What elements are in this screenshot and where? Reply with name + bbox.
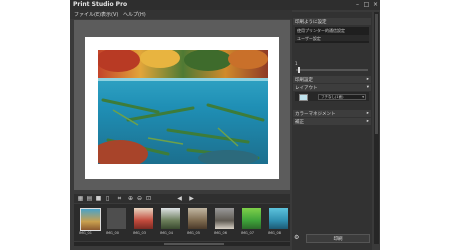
thumbnail-image [161,208,180,229]
print-button-label: 印刷 [333,237,343,242]
thumbnail-item[interactable]: IMG_01 [79,207,101,235]
layout-options: フチなし(1面) ▾ [295,92,369,101]
thumbnail-caption: IMG_08 [268,231,281,235]
thumbnail-image [188,208,207,229]
menu-bar: ファイル(E) 表示(V) ヘルプ(H) [70,10,292,19]
app-window: Print Studio Pro – □ × ファイル(E) 表示(V) ヘルプ… [70,0,380,250]
thumbnail-item[interactable]: IMG_08 [268,207,289,235]
gear-icon[interactable]: ⚙ [294,235,300,241]
thumbnail-scrollbar[interactable] [74,242,290,246]
thumbnail-item[interactable]: IMG_03 [133,207,154,235]
thumbnail-strip: IMG_01 IMG_00 IMG_03 IMG_04 IMG_05 IMG_0… [74,204,290,241]
thumbnail-item[interactable]: IMG_06 [214,207,235,235]
copies-slider[interactable] [296,67,368,73]
layout-icon[interactable]: ▦ [77,195,84,202]
panel-scrollbar[interactable] [374,12,379,244]
thumbnail-caption: IMG_03 [133,231,146,235]
printer-list: 使用プリンター的通信設定 ユーザー設定 [295,27,369,43]
thumbnail-item[interactable]: IMG_07 [241,207,262,235]
thumbnail-caption: IMG_06 [214,231,227,235]
thumbnail-item[interactable]: IMG_00 [106,207,127,235]
scrollbar-thumb[interactable] [375,14,378,134]
maximize-icon[interactable]: □ [363,1,370,8]
grid-icon[interactable]: ▤ [86,195,93,202]
zoom-in-icon[interactable]: ⊕ [127,195,134,202]
thumbnail-caption: IMG_07 [241,231,254,235]
thumbnail-caption: IMG_05 [187,231,200,235]
scrollbar-thumb[interactable] [164,243,224,245]
thumbnail-image [242,208,261,229]
paper-swatch [299,94,308,101]
section-print-settings-label: 印刷設定 [295,78,313,83]
page-icon[interactable]: ▯ [104,195,111,202]
section-printer-label: 印刷ように設定 [295,20,327,25]
title-bar: Print Studio Pro – □ × [70,0,380,10]
close-icon[interactable]: × [372,1,379,8]
slider-knob[interactable] [298,67,300,73]
section-layout[interactable]: レイアウト ▾ [293,84,371,91]
thumbnail-caption: IMG_04 [160,231,173,235]
paper-preview [85,37,279,179]
section-correction[interactable]: 補正 ▸ [293,118,371,125]
printer-item: ユーザー設定 [297,36,321,41]
chevron-down-icon: ▾ [362,95,364,99]
printer-item-selected[interactable]: ユーザー設定 [295,35,369,41]
app-title: Print Studio Pro [73,1,128,8]
thumbnail-caption: IMG_00 [106,231,119,235]
slider-value: 1 [295,61,298,66]
thumbnail-image [215,208,234,229]
zoom-out-icon[interactable]: ⊖ [136,195,143,202]
section-correction-label: 補正 [295,120,304,125]
menu-help[interactable]: ヘルプ(H) [123,11,146,18]
expand-icon: ▸ [366,111,369,116]
thumbnail-image [80,208,101,231]
photo-preview[interactable] [98,50,268,164]
next-page-icon[interactable]: ▶ [188,195,195,202]
minimize-icon[interactable]: – [354,1,361,8]
menu-view[interactable]: 表示(V) [101,11,118,18]
lake-photo [98,50,268,164]
section-color[interactable]: カラーマネジメント ▸ [293,110,371,117]
preview-area [74,20,290,190]
thumbnail-image [134,208,153,229]
thumbnail-image [269,208,288,229]
preview-toolbar: ▦ ▤ ■ ▯ ⌗ ⊕ ⊖ ⊡ ◀ ▶ [74,194,290,203]
thumbnail-item[interactable]: IMG_04 [160,207,181,235]
prev-page-icon[interactable]: ◀ [176,195,183,202]
collapse-icon: ▾ [366,85,369,90]
section-print-settings[interactable]: 印刷設定 ▸ [293,76,371,83]
menu-file[interactable]: ファイル(E) [74,11,101,18]
thumbnail-caption: IMG_01 [79,231,92,235]
layout-dropdown-value: フチなし(1面) [321,95,344,99]
section-printer[interactable]: 印刷ように設定 [293,18,371,25]
section-color-label: カラーマネジメント [295,112,336,117]
crop-icon[interactable]: ⌗ [116,195,123,202]
printer-item[interactable]: 使用プリンター的通信設定 [297,28,345,34]
thumbnail-image [107,208,126,229]
expand-icon: ▸ [366,77,369,82]
thumbnail-item[interactable]: IMG_05 [187,207,208,235]
settings-panel: 印刷ように設定 使用プリンター的通信設定 ユーザー設定 1 印刷設定 ▸ レイア… [292,12,372,250]
print-button[interactable]: 印刷 [306,234,370,243]
single-view-icon[interactable]: ■ [95,195,102,202]
layout-dropdown[interactable]: フチなし(1面) ▾ [318,94,366,100]
section-layout-label: レイアウト [295,86,318,91]
expand-icon: ▸ [366,119,369,124]
fit-icon[interactable]: ⊡ [145,195,152,202]
